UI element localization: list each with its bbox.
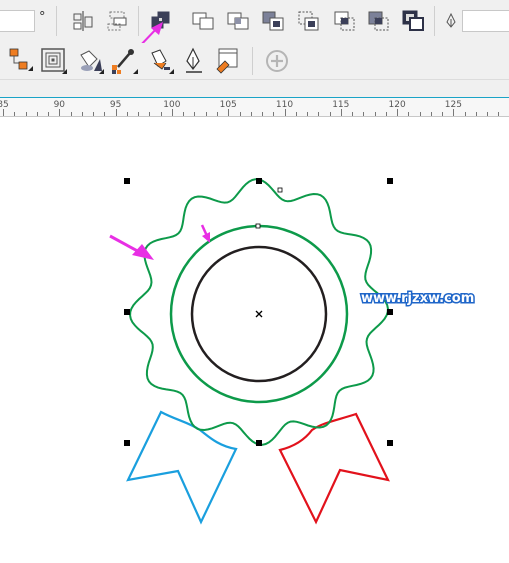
selection-handle[interactable] xyxy=(256,178,262,184)
selection-handle[interactable] xyxy=(387,178,393,184)
annotation-arrow-icon xyxy=(200,224,210,243)
toolbar-bottom-strip xyxy=(0,80,509,97)
selection-handles[interactable] xyxy=(124,178,393,446)
align-distribute-icon[interactable] xyxy=(70,8,96,34)
selection-handle[interactable] xyxy=(387,440,393,446)
watermark-text: www.rjzxw.com xyxy=(361,291,474,306)
transparency-icon[interactable] xyxy=(76,47,104,75)
add-icon[interactable] xyxy=(264,48,290,74)
contour-icon[interactable] xyxy=(40,47,68,75)
ruler-label: 85 xyxy=(0,100,9,110)
create-boundary-icon[interactable] xyxy=(366,8,392,34)
selection-handle[interactable] xyxy=(124,178,130,184)
eyedropper-icon[interactable] xyxy=(110,47,138,75)
trim-icon[interactable] xyxy=(190,8,216,34)
selection-handle[interactable] xyxy=(124,440,130,446)
annotation-arrow-icon xyxy=(109,234,154,260)
back-minus-front-icon[interactable] xyxy=(332,8,358,34)
node-marker[interactable] xyxy=(277,187,283,193)
selection-handle[interactable] xyxy=(124,309,130,315)
right-ribbon[interactable] xyxy=(278,412,390,525)
rotation-angle-input[interactable] xyxy=(0,10,35,32)
drawing-canvas[interactable]: www.rjzxw.com xyxy=(0,116,509,563)
ruler-tick xyxy=(115,109,117,116)
toolbar-divider xyxy=(56,6,57,36)
toolbar-divider xyxy=(252,47,253,75)
badge-outline[interactable] xyxy=(129,178,389,446)
outline-width-input[interactable] xyxy=(462,10,509,32)
ruler-tick xyxy=(3,109,4,116)
ruler-tick xyxy=(59,109,61,116)
ruler-tick xyxy=(397,109,399,116)
combine-icon[interactable] xyxy=(400,8,426,34)
effects-toolbar xyxy=(0,43,509,80)
order-layers-icon[interactable] xyxy=(105,8,131,34)
paint-bucket-icon[interactable] xyxy=(146,47,174,75)
pen-outline-icon[interactable] xyxy=(180,47,208,75)
ruler-tick xyxy=(228,109,230,116)
selection-handle[interactable] xyxy=(387,309,393,315)
object-properties-icon[interactable] xyxy=(215,47,243,75)
toolbar-divider xyxy=(434,6,435,36)
horizontal-ruler[interactable]: 85 90 95 100 105 110 115 120 125 xyxy=(0,97,509,117)
ruler-tick xyxy=(284,109,286,116)
fill-tool-icon[interactable] xyxy=(6,47,34,75)
simplify-icon[interactable] xyxy=(260,8,286,34)
ruler-tick xyxy=(171,109,173,116)
ruler-tick xyxy=(340,109,342,116)
node-marker[interactable] xyxy=(255,223,261,229)
center-marker xyxy=(255,310,263,318)
selection-handle[interactable] xyxy=(256,440,262,446)
intersect-icon[interactable] xyxy=(225,8,251,34)
degree-symbol: ° xyxy=(39,10,46,25)
outline-pen-icon[interactable] xyxy=(443,12,459,30)
property-bar: ° xyxy=(0,0,509,49)
front-minus-back-icon[interactable] xyxy=(296,8,322,34)
ruler-tick xyxy=(453,109,455,116)
left-ribbon[interactable] xyxy=(126,410,238,525)
